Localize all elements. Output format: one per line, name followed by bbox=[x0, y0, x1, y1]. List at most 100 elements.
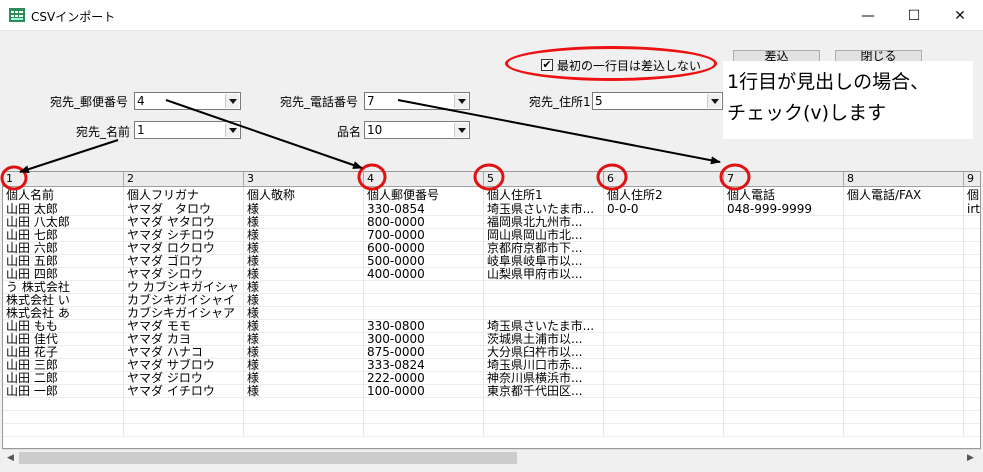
table-cell[interactable] bbox=[844, 229, 964, 242]
column-header-cell[interactable]: 個人名前 bbox=[3, 187, 124, 203]
table-cell[interactable] bbox=[964, 255, 980, 268]
table-cell[interactable] bbox=[844, 255, 964, 268]
table-cell[interactable] bbox=[604, 255, 724, 268]
table-row[interactable]: 山田 四郎 ヤマダ シロウ様 400-0000 山梨県甲府市以... bbox=[3, 268, 980, 281]
table-row[interactable]: 山田 花子 ヤマダ ハナコ様 875-0000 大分県臼杵市以... bbox=[3, 346, 980, 359]
scroll-right-arrow-icon[interactable]: ▶ bbox=[962, 450, 979, 467]
table-cell[interactable] bbox=[844, 385, 964, 398]
table-cell[interactable] bbox=[3, 398, 124, 411]
table-cell[interactable]: ヤマダ モモ bbox=[124, 320, 244, 333]
table-cell[interactable]: 山田 七郎 bbox=[3, 229, 124, 242]
table-cell[interactable]: 茨城県土浦市以... bbox=[484, 333, 604, 346]
table-cell[interactable] bbox=[724, 372, 844, 385]
column-header-cell[interactable]: 個人電話/FAX bbox=[844, 187, 964, 203]
table-cell[interactable]: ウ カブシキガイシャ bbox=[124, 281, 244, 294]
table-row[interactable]: 山田 七郎 ヤマダ シチロウ様 700-0000 岡山県岡山市北... bbox=[3, 229, 980, 242]
table-cell[interactable] bbox=[604, 372, 724, 385]
table-cell[interactable]: ヤマダ カヨ bbox=[124, 333, 244, 346]
table-cell[interactable] bbox=[244, 398, 364, 411]
table-cell[interactable]: 山田 三郎 bbox=[3, 359, 124, 372]
table-cell[interactable]: 山田 太郎 bbox=[3, 203, 124, 216]
table-cell[interactable]: 様 bbox=[244, 294, 364, 307]
table-cell[interactable]: 神奈川県横浜市... bbox=[484, 372, 604, 385]
table-cell[interactable]: 山田 もも bbox=[3, 320, 124, 333]
table-cell[interactable] bbox=[964, 216, 980, 229]
product-name-select[interactable]: 10 bbox=[364, 121, 470, 139]
table-cell[interactable]: 株式会社 あ bbox=[3, 307, 124, 320]
table-cell[interactable] bbox=[724, 424, 844, 437]
column-header-cell[interactable]: 個人敬称 bbox=[244, 187, 364, 203]
table-cell[interactable] bbox=[844, 411, 964, 424]
table-cell[interactable] bbox=[364, 307, 484, 320]
table-cell[interactable] bbox=[724, 242, 844, 255]
table-cell[interactable] bbox=[244, 424, 364, 437]
table-cell[interactable] bbox=[724, 216, 844, 229]
table-cell[interactable] bbox=[724, 307, 844, 320]
table-cell[interactable] bbox=[604, 320, 724, 333]
table-cell[interactable]: 400-0000 bbox=[364, 268, 484, 281]
scrollbar-thumb[interactable] bbox=[19, 452, 517, 464]
table-cell[interactable] bbox=[484, 294, 604, 307]
chevron-down-icon[interactable] bbox=[225, 94, 239, 108]
table-cell[interactable] bbox=[124, 411, 244, 424]
table-cell[interactable] bbox=[964, 268, 980, 281]
table-cell[interactable]: 様 bbox=[244, 281, 364, 294]
table-cell[interactable]: 330-0800 bbox=[364, 320, 484, 333]
table-cell[interactable] bbox=[724, 294, 844, 307]
table-cell[interactable]: ヤマダ ジロウ bbox=[124, 372, 244, 385]
table-cell[interactable] bbox=[844, 281, 964, 294]
table-cell[interactable]: 埼玉県さいたま市... bbox=[484, 203, 604, 216]
table-cell[interactable]: 山田 四郎 bbox=[3, 268, 124, 281]
table-cell[interactable] bbox=[964, 359, 980, 372]
table-cell[interactable] bbox=[724, 411, 844, 424]
table-row[interactable]: 山田 佳代 ヤマダ カヨ様 300-0000 茨城県土浦市以... bbox=[3, 333, 980, 346]
table-cell[interactable] bbox=[964, 398, 980, 411]
table-cell[interactable]: 岡山県岡山市北... bbox=[484, 229, 604, 242]
table-cell[interactable]: ヤマダ ハナコ bbox=[124, 346, 244, 359]
table-cell[interactable] bbox=[604, 333, 724, 346]
table-cell[interactable]: 山田 一郎 bbox=[3, 385, 124, 398]
table-cell[interactable] bbox=[844, 268, 964, 281]
table-cell[interactable]: ヤマダ サブロウ bbox=[124, 359, 244, 372]
table-cell[interactable] bbox=[604, 281, 724, 294]
chevron-down-icon[interactable] bbox=[707, 94, 721, 108]
table-row[interactable]: 山田 五郎 ヤマダ ゴロウ様 500-0000 岐阜県岐阜市以... bbox=[3, 255, 980, 268]
column-header-cell[interactable]: 個人郵便番号 bbox=[364, 187, 484, 203]
table-cell[interactable] bbox=[964, 294, 980, 307]
table-cell[interactable]: 福岡県北九州市... bbox=[484, 216, 604, 229]
table-cell[interactable]: ヤマダ シロウ bbox=[124, 268, 244, 281]
table-cell[interactable]: 株式会社 い bbox=[3, 294, 124, 307]
table-row[interactable]: 山田 八太郎 ヤマダ ヤタロウ様 800-0000 福岡県北九州市... bbox=[3, 216, 980, 229]
table-cell[interactable]: カブシキガイシャア bbox=[124, 307, 244, 320]
table-cell[interactable] bbox=[604, 268, 724, 281]
table-cell[interactable] bbox=[604, 424, 724, 437]
table-cell[interactable] bbox=[604, 411, 724, 424]
maximize-button[interactable]: ☐ bbox=[891, 0, 937, 31]
table-cell[interactable]: 山田 佳代 bbox=[3, 333, 124, 346]
column-header-cell[interactable]: 個人住所2 bbox=[604, 187, 724, 203]
table-cell[interactable] bbox=[364, 411, 484, 424]
table-cell[interactable]: 様 bbox=[244, 255, 364, 268]
table-cell[interactable] bbox=[604, 307, 724, 320]
table-cell[interactable] bbox=[964, 372, 980, 385]
table-cell[interactable] bbox=[3, 411, 124, 424]
table-cell[interactable] bbox=[244, 411, 364, 424]
table-cell[interactable] bbox=[724, 346, 844, 359]
table-cell[interactable]: 京都府京都市下... bbox=[484, 242, 604, 255]
table-cell[interactable]: ヤマダ イチロウ bbox=[124, 385, 244, 398]
column-header-cell[interactable]: 個人フリガナ bbox=[124, 187, 244, 203]
table-row[interactable] bbox=[3, 424, 980, 437]
table-cell[interactable] bbox=[124, 398, 244, 411]
table-cell[interactable] bbox=[724, 385, 844, 398]
column-header-cell[interactable]: 個 bbox=[964, 187, 980, 203]
table-cell[interactable] bbox=[964, 281, 980, 294]
table-cell[interactable] bbox=[484, 398, 604, 411]
table-cell[interactable]: 0-0-0 bbox=[604, 203, 724, 216]
table-row[interactable]: 山田 もも ヤマダ モモ様 330-0800 埼玉県さいたま市... bbox=[3, 320, 980, 333]
table-row[interactable]: う 株式会社ウ カブシキガイシャ様 bbox=[3, 281, 980, 294]
table-cell[interactable] bbox=[124, 424, 244, 437]
table-cell[interactable]: 様 bbox=[244, 346, 364, 359]
table-cell[interactable] bbox=[844, 320, 964, 333]
table-cell[interactable] bbox=[724, 229, 844, 242]
table-cell[interactable]: 様 bbox=[244, 203, 364, 216]
